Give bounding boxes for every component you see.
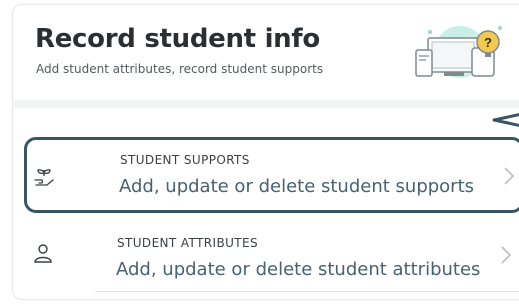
row-eyebrow: STUDENT ATTRIBUTES <box>117 236 259 250</box>
row-link-label[interactable]: Add, update or delete student supports <box>119 176 474 197</box>
page-subtitle: Add student attributes, record student s… <box>36 62 324 76</box>
row-eyebrow: STUDENT SUPPORTS <box>120 153 250 167</box>
student-supports-row[interactable]: STUDENT SUPPORTS Add, update or delete s… <box>24 137 519 213</box>
plant-hand-icon <box>34 169 54 186</box>
section-divider <box>12 100 519 108</box>
person-icon <box>34 244 52 263</box>
chevron-right-icon <box>504 167 515 185</box>
pointer-arrow-icon <box>492 113 519 127</box>
page-title: Record student info <box>35 24 320 54</box>
svg-text:?: ? <box>484 35 492 50</box>
row-divider <box>95 291 519 292</box>
chevron-right-icon <box>501 246 512 264</box>
row-link-label[interactable]: Add, update or delete student attributes <box>116 259 480 280</box>
devices-illustration-icon: ? <box>415 26 502 78</box>
